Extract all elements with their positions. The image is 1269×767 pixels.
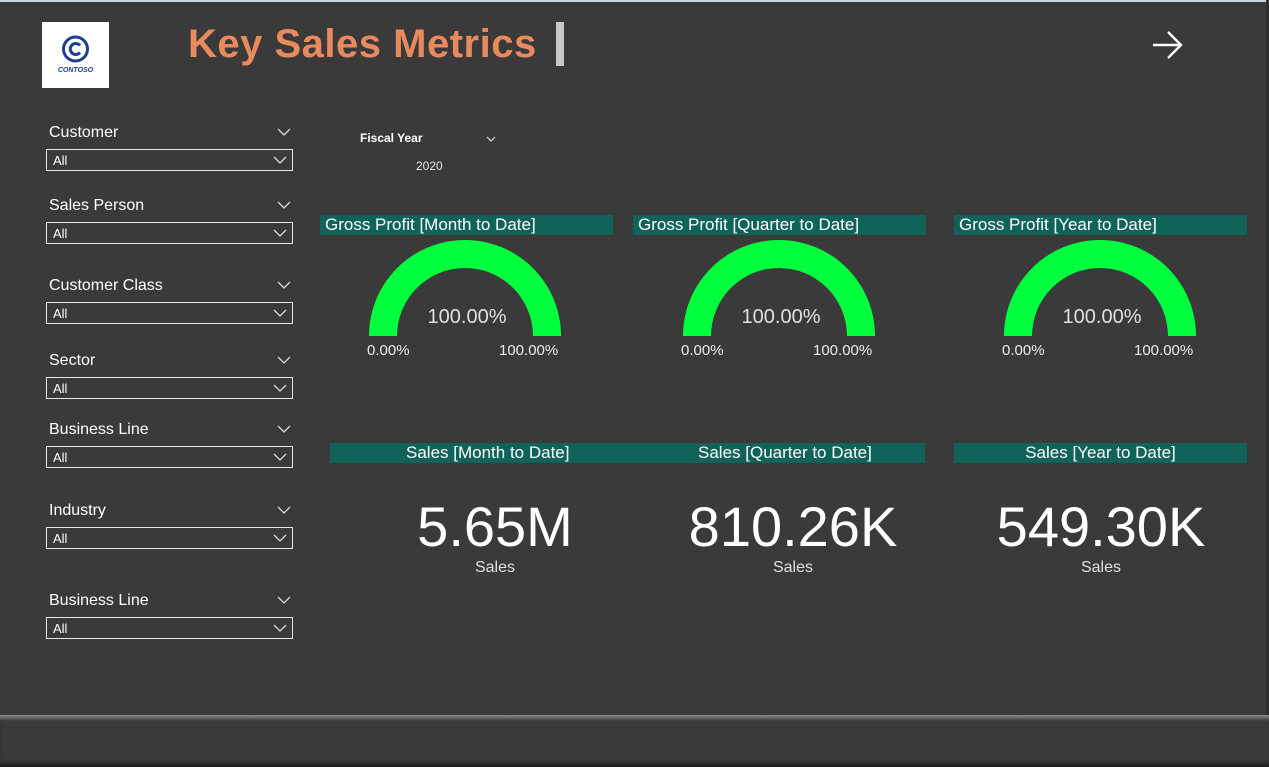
card-title-month: Sales [Month to Date] bbox=[406, 443, 570, 462]
window-top-border bbox=[0, 0, 1269, 2]
slicer-dropdown[interactable]: All bbox=[46, 302, 293, 324]
chevron-down-icon[interactable] bbox=[277, 127, 291, 137]
slicer: Business Line All bbox=[46, 420, 293, 468]
fiscal-year-label: Fiscal Year bbox=[360, 131, 423, 145]
slicer-header[interactable]: Business Line bbox=[46, 591, 293, 613]
gauge-title-month: Gross Profit [Month to Date] bbox=[320, 215, 613, 235]
slicer-label: Business Line bbox=[49, 592, 149, 609]
card-label: Sales bbox=[474, 559, 516, 576]
slicer-dropdown[interactable]: All bbox=[46, 149, 293, 171]
card-title-quarter: Sales [Quarter to Date] bbox=[698, 443, 872, 462]
gauge-min-label: 0.00% bbox=[367, 342, 410, 359]
slicer-header[interactable]: Sales Person bbox=[46, 196, 293, 218]
slicer-header[interactable]: Sector bbox=[46, 351, 293, 373]
chevron-down-icon[interactable] bbox=[277, 505, 291, 515]
sales-card-quarter: 810.26K Sales bbox=[663, 497, 923, 577]
gauge-title-year: Gross Profit [Year to Date] bbox=[954, 215, 1247, 235]
slicer-label: Customer bbox=[49, 124, 119, 141]
slicer-header[interactable]: Business Line bbox=[46, 420, 293, 442]
gauge-year: 100.00% 0.00% 100.00% bbox=[1002, 238, 1262, 388]
gauge-min-label: 0.00% bbox=[681, 342, 724, 359]
slicer-header[interactable]: Customer Class bbox=[46, 276, 293, 298]
slicer: Customer Class All bbox=[46, 276, 293, 324]
chevron-down-icon[interactable] bbox=[277, 200, 291, 210]
page-title: Key Sales Metrics bbox=[188, 22, 537, 66]
slicer-label: Business Line bbox=[49, 421, 149, 438]
slicer: Sector All bbox=[46, 351, 293, 399]
gauge-title-quarter: Gross Profit [Quarter to Date] bbox=[633, 215, 926, 235]
fiscal-year-slicer[interactable]: Fiscal Year 2020 bbox=[360, 131, 500, 173]
slicer-value: All bbox=[53, 381, 68, 396]
chevron-down-icon[interactable] bbox=[277, 280, 291, 290]
slicer-dropdown[interactable]: All bbox=[46, 446, 293, 468]
chevron-down-icon[interactable] bbox=[273, 453, 287, 462]
chevron-down-icon[interactable] bbox=[273, 384, 287, 393]
slicer-header[interactable]: Industry bbox=[46, 501, 293, 523]
card-title-year: Sales [Year to Date] bbox=[954, 443, 1247, 463]
gauge-max-label: 100.00% bbox=[499, 342, 559, 359]
sales-card-month: 5.65M Sales bbox=[365, 497, 625, 577]
gauge-min-label: 0.00% bbox=[1002, 342, 1045, 359]
slicer: Business Line All bbox=[46, 591, 293, 639]
contoso-logo: CONTOSO bbox=[42, 22, 109, 88]
slicer-header[interactable]: Customer bbox=[46, 123, 293, 145]
slicer-label: Sales Person bbox=[49, 197, 145, 214]
card-label: Sales bbox=[772, 559, 814, 576]
slicer-value: All bbox=[53, 531, 68, 546]
slicer-dropdown[interactable]: All bbox=[46, 377, 293, 399]
slicer: Sales Person All bbox=[46, 196, 293, 244]
contoso-logo-icon: CONTOSO bbox=[58, 35, 94, 74]
chevron-down-icon[interactable] bbox=[273, 624, 287, 633]
chevron-down-icon[interactable] bbox=[273, 534, 287, 543]
gauge-value: 100.00% bbox=[427, 306, 507, 328]
sales-card-year: 549.30K Sales bbox=[971, 497, 1231, 577]
chevron-down-icon[interactable] bbox=[277, 595, 291, 605]
chevron-down-icon[interactable] bbox=[273, 229, 287, 238]
gauge-value: 100.00% bbox=[741, 306, 821, 328]
fiscal-year-value: 2020 bbox=[416, 159, 443, 173]
gauge-value: 100.00% bbox=[1062, 306, 1142, 328]
card-value: 5.65M bbox=[417, 495, 573, 558]
slicer-label: Customer Class bbox=[49, 277, 163, 294]
chevron-down-icon[interactable] bbox=[277, 355, 291, 365]
slicer-dropdown[interactable]: All bbox=[46, 222, 293, 244]
card-value: 810.26K bbox=[688, 495, 898, 558]
sales-band: Sales [Month to Date] Sales [Quarter to … bbox=[330, 443, 925, 463]
slicer-value: All bbox=[53, 450, 68, 465]
chevron-down-icon[interactable] bbox=[277, 424, 291, 434]
slicer-label: Industry bbox=[49, 502, 106, 519]
title-accent-bar bbox=[556, 22, 564, 66]
gauge-quarter: 100.00% 0.00% 100.00% bbox=[681, 238, 941, 388]
logo-text: CONTOSO bbox=[58, 67, 94, 74]
slicer-value: All bbox=[53, 226, 68, 241]
slicer: Industry All bbox=[46, 501, 293, 549]
gauge-month: 100.00% 0.00% 100.00% bbox=[367, 238, 627, 388]
slicer-value: All bbox=[53, 306, 68, 321]
slicer-value: All bbox=[53, 153, 68, 168]
slicer-dropdown[interactable]: All bbox=[46, 527, 293, 549]
next-page-arrow-icon[interactable] bbox=[1148, 28, 1186, 62]
slicer-dropdown[interactable]: All bbox=[46, 617, 293, 639]
gauge-max-label: 100.00% bbox=[813, 342, 873, 359]
page-footer-bar bbox=[0, 715, 1269, 767]
slicer: Customer All bbox=[46, 123, 293, 171]
chevron-down-icon[interactable] bbox=[273, 156, 287, 165]
slicer-value: All bbox=[53, 621, 68, 636]
card-label: Sales bbox=[1080, 559, 1122, 576]
gauge-max-label: 100.00% bbox=[1134, 342, 1194, 359]
card-value: 549.30K bbox=[996, 495, 1206, 558]
chevron-down-icon[interactable] bbox=[486, 136, 496, 143]
slicer-label: Sector bbox=[49, 352, 96, 369]
chevron-down-icon[interactable] bbox=[273, 309, 287, 318]
